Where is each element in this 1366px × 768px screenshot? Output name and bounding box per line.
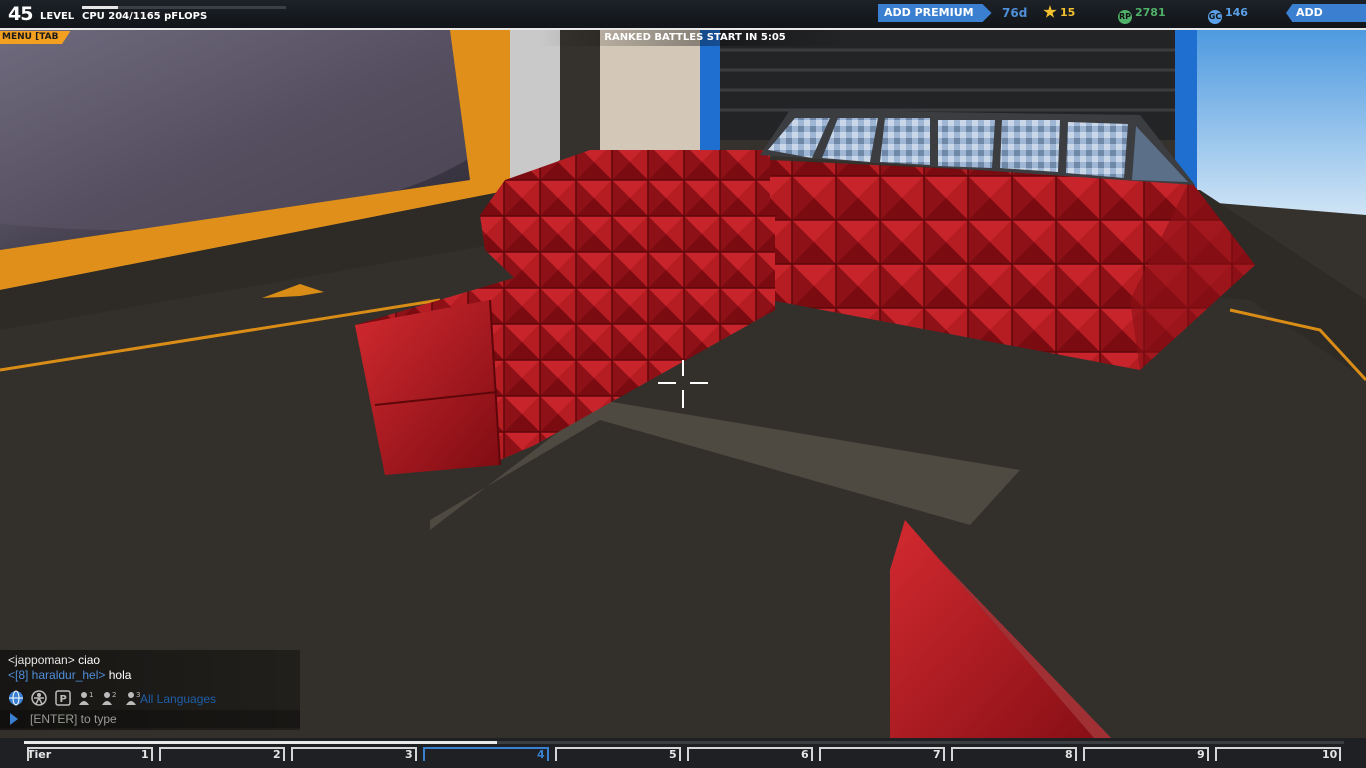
crosshair-icon [658,360,708,408]
add-funds-button[interactable]: ADD FUNDS [1286,4,1366,22]
chat-send-arrow-icon [10,713,18,725]
top-hud-bar: 45 LEVEL CPU 204/1165 pFLOPS ADD PREMIUM… [0,0,1366,30]
tier-progress-fill [24,741,497,744]
tier-label-5: 5 [669,748,677,761]
faction-icon[interactable] [31,690,48,706]
chat-username[interactable]: <[8] haraldur_hel> [8,668,105,682]
cpu-usage-text: CPU 204/1165 pFLOPS [82,11,208,22]
tier-segment-7 [819,747,945,761]
tier-label-9: 9 [1197,748,1205,761]
ranked-battles-timer: RANKED BATTLES START IN 5:05 [540,30,850,46]
robopoints-icon: RP [1118,10,1132,24]
chat-username[interactable]: <jappoman> [8,653,75,667]
svg-text:1: 1 [89,691,93,699]
tier-label-10: 10 [1322,748,1338,761]
tier-progress-track [24,741,1344,744]
robopoints-count: 2781 [1135,6,1166,19]
cpu-progress-bar [82,6,286,9]
stars-count: 15 [1060,6,1076,19]
user-3-icon[interactable]: 3 [125,690,141,706]
globe-icon[interactable] [8,690,24,706]
tier-label-2: 2 [273,748,281,761]
tier-segment-4 [423,747,549,761]
svg-text:P: P [59,694,66,705]
player-level-label: LEVEL [40,11,75,22]
chat-message: <[8] haraldur_hel> hola [8,668,131,682]
tier-segment-2 [159,747,285,761]
chat-channel-icons: P 1 2 3 [8,690,145,708]
tier-label-4: 4 [537,748,545,761]
galaxy-coins-icon: GC [1208,10,1222,24]
tier-segment-9 [1083,747,1209,761]
tier-segment-6 [687,747,813,761]
stars-stat: 15 [1043,4,1075,22]
chat-input[interactable]: [ENTER] to type [0,710,300,728]
language-filter[interactable]: All Languages [140,692,216,706]
star-icon [1043,5,1057,18]
premium-days-remaining: 76d [1002,6,1028,20]
user-1-icon[interactable]: 1 [78,690,94,706]
add-premium-button[interactable]: ADD PREMIUM [878,4,992,22]
tier-segment-8 [951,747,1077,761]
chat-panel: <jappoman> ciao <[8] haraldur_hel> hola … [0,650,300,730]
tier-label-3: 3 [405,748,413,761]
right-window [1180,30,1366,215]
menu-tab-button[interactable]: MENU [TAB [0,31,71,44]
tier-label-6: 6 [801,748,809,761]
chat-text: ciao [74,653,101,667]
tier-progress-bar: Tier 1 2 3 4 5 6 7 8 9 10 [0,738,1366,768]
robopoints-stat: RP 2781 [1118,4,1166,24]
tier-label-7: 7 [933,748,941,761]
user-2-icon[interactable]: 2 [101,690,117,706]
chat-input-placeholder: [ENTER] to type [30,712,117,726]
tier-label-1: 1 [141,748,149,761]
tier-label-8: 8 [1065,748,1073,761]
cpu-progress-fill [82,6,118,9]
tier-segment-3 [291,747,417,761]
galaxy-coins-stat: GC 146 [1208,4,1248,24]
chat-message: <jappoman> ciao [8,653,100,667]
tier-segment-5 [555,747,681,761]
chat-text: hola [105,668,132,682]
tier-segment-1 [27,747,153,761]
svg-text:2: 2 [112,691,116,699]
party-icon[interactable]: P [54,690,71,706]
galaxy-coins-count: 146 [1225,6,1248,19]
player-level-number: 45 [8,3,33,25]
